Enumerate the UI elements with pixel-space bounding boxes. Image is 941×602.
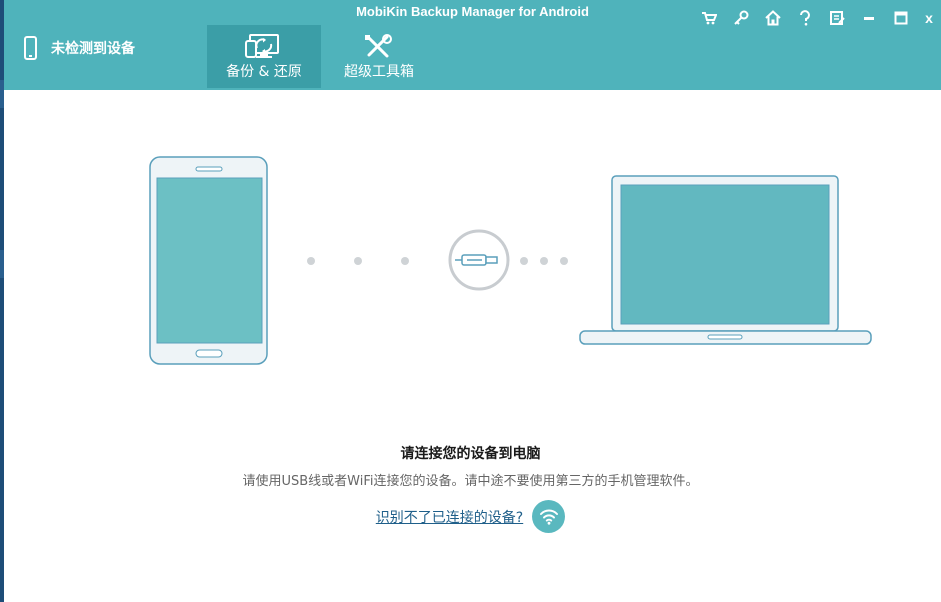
tab-toolbox[interactable]: 超级工具箱 (322, 25, 436, 88)
usb-cable-icon (448, 229, 510, 291)
connect-instructions: 请使用USB线或者WiFi连接您的设备。请中途不要使用第三方的手机管理软件。 (242, 474, 699, 489)
tab-backup-restore[interactable]: 备份 & 还原 (207, 25, 321, 88)
minimize-icon[interactable] (853, 6, 885, 30)
connect-heading: 请连接您的设备到电脑 (400, 446, 541, 462)
unrecognized-device-help-link[interactable]: 识别不了已连接的设备? (376, 507, 523, 527)
help-row: 识别不了已连接的设备? (0, 500, 941, 533)
device-status: 未检测到设备 (24, 34, 135, 62)
phone-icon (24, 36, 37, 60)
cart-icon[interactable] (693, 6, 725, 30)
backup-restore-icon (245, 34, 279, 58)
wifi-connect-button[interactable] (532, 500, 566, 533)
help-icon[interactable] (789, 6, 821, 30)
tab-backup-restore-label: 备份 & 还原 (226, 64, 302, 80)
maximize-icon[interactable] (885, 6, 917, 30)
connection-dots (307, 257, 568, 265)
device-status-label: 未检测到设备 (51, 41, 135, 57)
home-icon[interactable] (757, 6, 789, 30)
tab-toolbox-label: 超级工具箱 (344, 64, 414, 80)
close-icon[interactable]: x (917, 6, 941, 30)
wifi-icon (539, 509, 558, 525)
title-bar: MobiKin Backup Manager for Android 未检测到设… (4, 0, 941, 90)
toolbox-icon (365, 34, 392, 58)
title-bar-icons: x (693, 6, 941, 30)
connection-illustration (149, 156, 872, 365)
phone-illustration (149, 156, 268, 365)
feedback-icon[interactable] (821, 6, 853, 30)
laptop-illustration (579, 175, 872, 345)
key-icon[interactable] (725, 6, 757, 30)
